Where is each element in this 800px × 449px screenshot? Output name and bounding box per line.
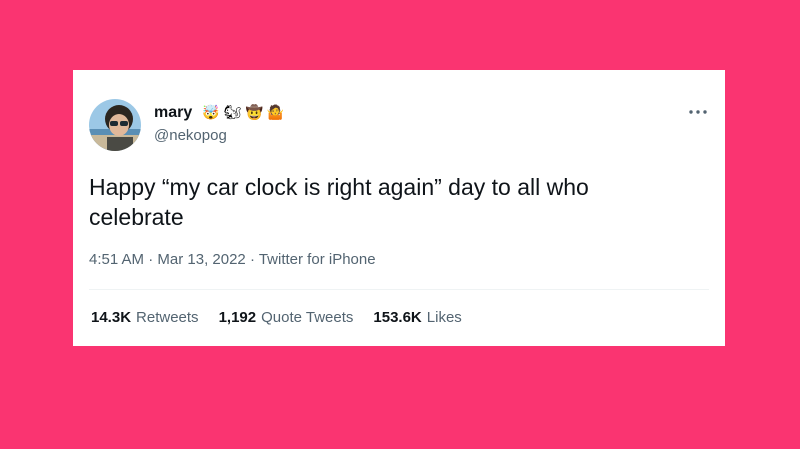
meta-separator: · [144,251,158,268]
quote-tweets-label: Quote Tweets [261,309,354,326]
more-options-button[interactable] [686,104,710,120]
meta-separator: · [245,251,259,268]
tweet-stats: 14.3K Retweets 1,192 Quote Tweets 153.6K… [91,309,462,326]
shrug-emoji: 🤷 [266,105,285,121]
author-handle[interactable]: @nekopog [154,127,227,144]
chipmunk-emoji: 🐿 [223,105,242,121]
cowboy-emoji: 🤠 [245,105,263,121]
avatar[interactable] [89,99,141,151]
author-display-name[interactable]: mary [154,104,192,122]
tweet-source[interactable]: Twitter for iPhone [259,251,376,268]
tweet-date[interactable]: Mar 13, 2022 [157,251,245,268]
avatar-photo-icon [89,99,141,151]
page-background: mary 🤯 🐿 🤠 🤷 @nekopog Happy “my car cloc… [0,0,800,449]
quote-tweets-stat[interactable]: 1,192 Quote Tweets [219,309,354,326]
divider [89,289,709,290]
retweets-stat[interactable]: 14.3K Retweets [91,309,199,326]
retweets-label: Retweets [136,309,199,326]
tweet-time[interactable]: 4:51 AM [89,251,144,268]
likes-stat[interactable]: 153.6K Likes [373,309,461,326]
tweet-meta: 4:51 AM · Mar 13, 2022 · Twitter for iPh… [89,251,376,268]
likes-count: 153.6K [373,309,422,326]
likes-label: Likes [426,309,462,326]
quote-tweets-count: 1,192 [218,309,257,326]
tweet-text: Happy “my car clock is right again” day … [89,174,589,230]
exploding-head-emoji: 🤯 [202,105,220,121]
retweets-count: 14.3K [91,309,132,326]
more-dots-icon [689,110,707,114]
author-name-row[interactable]: mary 🤯 🐿 🤠 🤷 [154,102,284,124]
